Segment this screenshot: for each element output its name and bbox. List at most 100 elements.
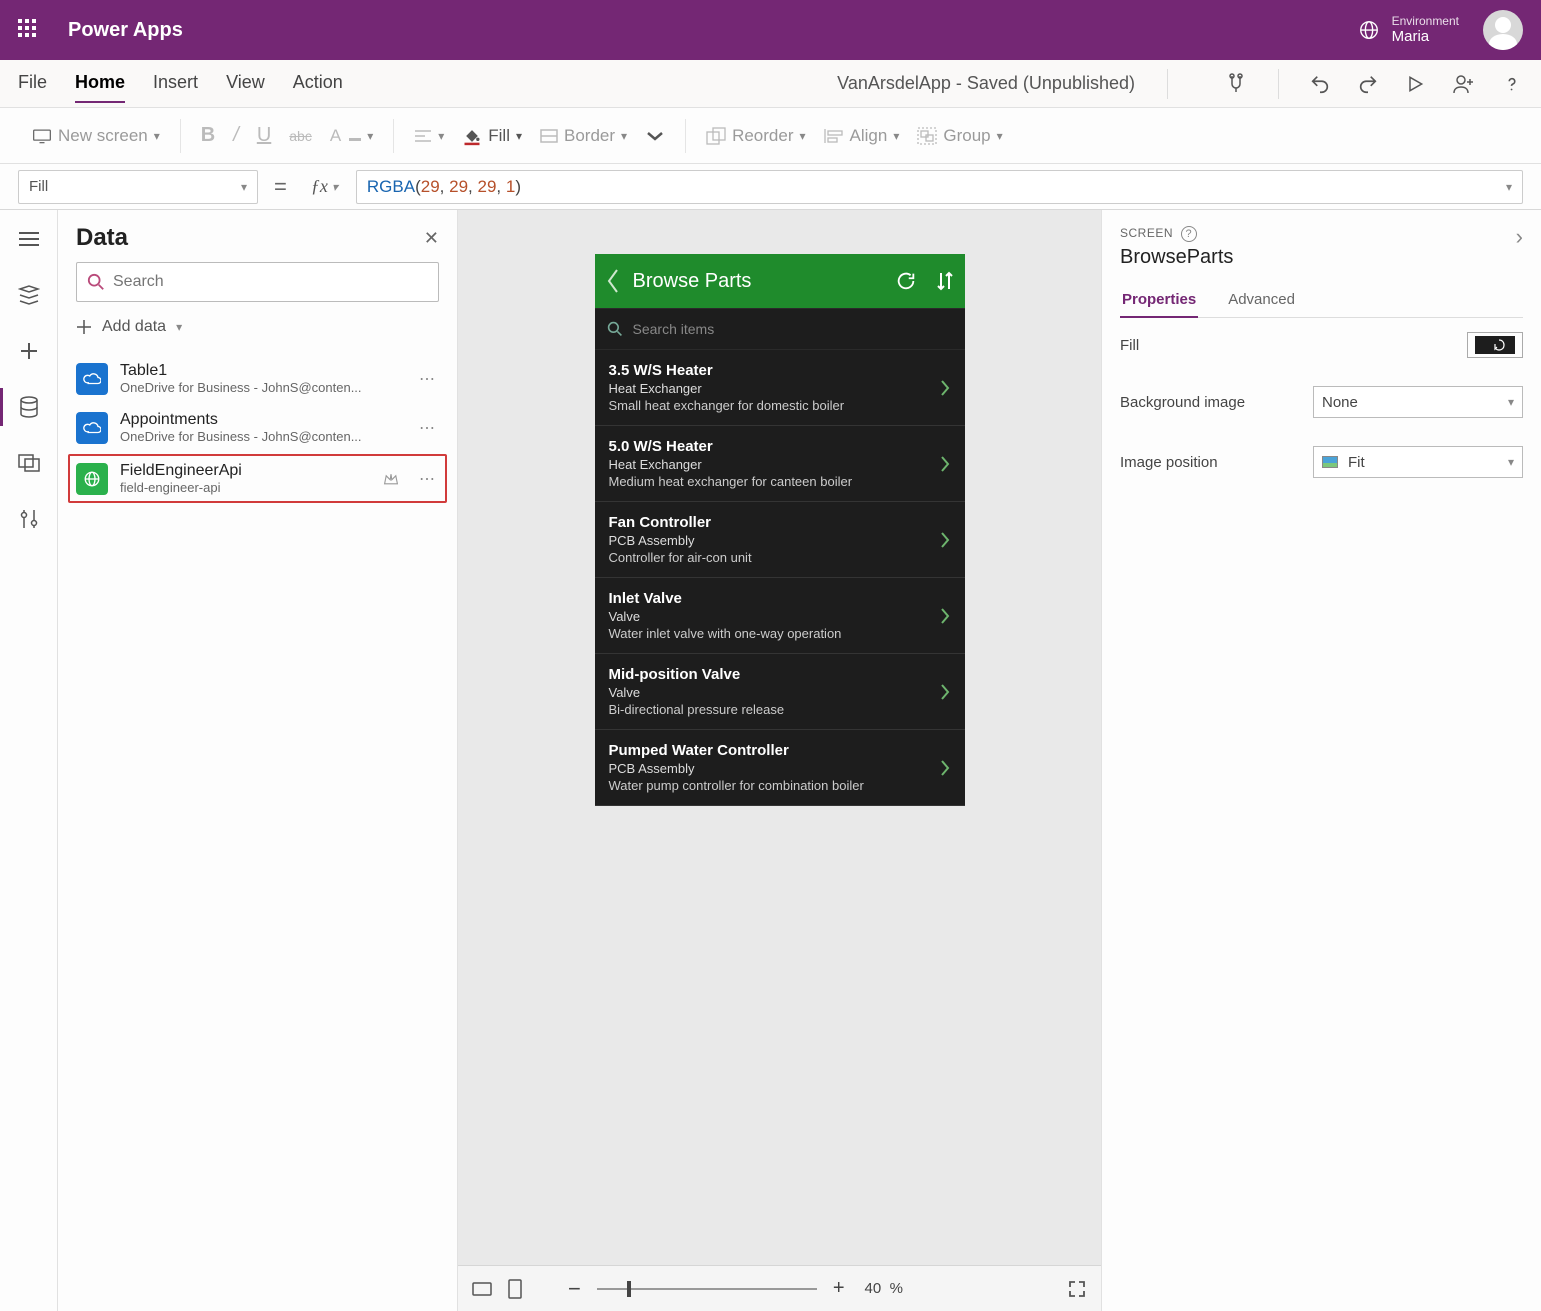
data-search[interactable] xyxy=(76,262,439,302)
chevron-right-icon[interactable] xyxy=(939,454,951,474)
font-color-button[interactable]: A▾ xyxy=(330,126,373,146)
props-tab-advanced[interactable]: Advanced xyxy=(1226,283,1297,317)
environment-name: Maria xyxy=(1392,28,1430,45)
part-item[interactable]: Pumped Water ControllerPCB AssemblyWater… xyxy=(595,730,965,806)
props-section-label: SCREEN ? xyxy=(1120,226,1197,240)
data-search-input[interactable] xyxy=(113,273,428,291)
data-icon[interactable] xyxy=(16,394,42,420)
app-checker-icon[interactable] xyxy=(1224,72,1248,96)
sort-icon[interactable] xyxy=(935,270,955,292)
fit-to-window-icon[interactable] xyxy=(1067,1279,1087,1299)
chevron-right-icon[interactable] xyxy=(939,758,951,778)
ribbon-expand-button[interactable] xyxy=(645,129,665,143)
chevron-right-icon[interactable] xyxy=(939,378,951,398)
new-screen-button[interactable]: New screen ▾ xyxy=(32,126,160,146)
part-item[interactable]: Fan ControllerPCB AssemblyController for… xyxy=(595,502,965,578)
menu-tab-action[interactable]: Action xyxy=(293,64,343,103)
chevron-right-icon[interactable]: › xyxy=(1516,224,1523,250)
redo-icon[interactable] xyxy=(1357,73,1379,95)
imgpos-select[interactable]: Fit ▾ xyxy=(1313,446,1523,478)
picture-icon xyxy=(1322,456,1338,468)
menu-tab-view[interactable]: View xyxy=(226,64,265,103)
props-tab-properties[interactable]: Properties xyxy=(1120,283,1198,318)
border-icon xyxy=(540,129,558,143)
menu-tab-insert[interactable]: Insert xyxy=(153,64,198,103)
part-category: Heat Exchanger xyxy=(609,457,929,472)
datasource-sub: OneDrive for Business - JohnS@conten... xyxy=(120,429,403,444)
more-icon[interactable]: ⋯ xyxy=(415,465,439,493)
underline-button[interactable]: U xyxy=(257,124,271,147)
more-icon[interactable]: ⋯ xyxy=(415,414,439,442)
insert-icon[interactable] xyxy=(16,338,42,364)
part-item[interactable]: Mid-position ValveValveBi-directional pr… xyxy=(595,654,965,730)
menu-tab-file[interactable]: File xyxy=(18,64,47,103)
part-item[interactable]: 5.0 W/S HeaterHeat ExchangerMedium heat … xyxy=(595,426,965,502)
fill-button[interactable]: Fill ▾ xyxy=(462,126,522,146)
menu-tab-home[interactable]: Home xyxy=(75,64,125,103)
align-objects-button[interactable]: Align▾ xyxy=(824,126,900,146)
add-data-button[interactable]: Add data ▾ xyxy=(76,312,439,342)
play-icon[interactable] xyxy=(1405,74,1425,94)
zoom-out-button[interactable]: − xyxy=(568,1276,581,1302)
data-source-item[interactable]: Table1OneDrive for Business - JohnS@cont… xyxy=(58,354,457,403)
environment-picker[interactable]: Environment Maria xyxy=(1358,15,1459,46)
device-landscape-icon[interactable] xyxy=(472,1281,492,1297)
close-icon[interactable]: ✕ xyxy=(424,228,439,249)
bgimage-select[interactable]: None▾ xyxy=(1313,386,1523,418)
device-portrait-icon[interactable] xyxy=(508,1279,522,1299)
preview-title: Browse Parts xyxy=(633,270,877,293)
preview-search[interactable]: Search items xyxy=(595,308,965,350)
share-icon[interactable] xyxy=(1451,72,1475,96)
chevron-right-icon[interactable] xyxy=(939,606,951,626)
fill-swatch[interactable] xyxy=(1467,332,1523,358)
help-icon[interactable] xyxy=(1501,73,1523,95)
border-button[interactable]: Border ▾ xyxy=(540,126,627,146)
formula-expand-icon[interactable]: ▾ xyxy=(1506,180,1512,194)
align-text-button[interactable]: ▾ xyxy=(414,129,444,143)
formula-input[interactable]: RGBA(29, 29, 29, 1) ▾ xyxy=(356,170,1523,204)
zoom-value: 40 xyxy=(865,1280,882,1297)
zoom-in-button[interactable]: + xyxy=(833,1277,845,1300)
more-icon[interactable]: ⋯ xyxy=(415,365,439,393)
property-selector[interactable]: Fill ▾ xyxy=(18,170,258,204)
chevron-right-icon[interactable] xyxy=(939,530,951,550)
part-desc: Water inlet valve with one-way operation xyxy=(609,626,929,641)
part-desc: Water pump controller for combination bo… xyxy=(609,778,929,793)
formula-bar: Fill ▾ = ƒx▾ RGBA(29, 29, 29, 1) ▾ xyxy=(0,164,1541,210)
datasource-name: Appointments xyxy=(120,411,403,429)
app-launcher-icon[interactable] xyxy=(18,19,40,41)
left-rail xyxy=(0,210,58,1311)
data-panel-title: Data xyxy=(76,224,128,252)
data-source-item[interactable]: FieldEngineerApifield-engineer-api⋯ xyxy=(68,454,447,503)
media-icon[interactable] xyxy=(16,450,42,476)
advanced-tools-icon[interactable] xyxy=(16,506,42,532)
help-circle-icon[interactable]: ? xyxy=(1181,226,1197,242)
data-source-item[interactable]: AppointmentsOneDrive for Business - John… xyxy=(58,403,457,452)
zoom-slider[interactable] xyxy=(597,1288,817,1290)
part-name: Mid-position Valve xyxy=(609,666,929,683)
datasource-sub: OneDrive for Business - JohnS@conten... xyxy=(120,380,403,395)
undo-icon[interactable] xyxy=(1309,73,1331,95)
back-icon[interactable] xyxy=(605,267,621,295)
reorder-button[interactable]: Reorder▾ xyxy=(706,126,805,146)
tree-view-icon[interactable] xyxy=(16,282,42,308)
user-avatar[interactable] xyxy=(1483,10,1523,50)
app-title: Power Apps xyxy=(68,19,183,42)
canvas-footer: − + 40 % xyxy=(458,1265,1101,1311)
strikethrough-button[interactable]: abc xyxy=(289,128,312,144)
part-category: Valve xyxy=(609,685,929,700)
chevron-right-icon[interactable] xyxy=(939,682,951,702)
fill-prop-label: Fill xyxy=(1120,337,1139,354)
part-item[interactable]: 3.5 W/S HeaterHeat ExchangerSmall heat e… xyxy=(595,350,965,426)
bold-button[interactable]: B xyxy=(201,124,215,147)
group-button[interactable]: Group▾ xyxy=(917,126,1002,146)
part-item[interactable]: Inlet ValveValveWater inlet valve with o… xyxy=(595,578,965,654)
hamburger-icon[interactable] xyxy=(16,226,42,252)
refresh-icon[interactable] xyxy=(895,270,917,292)
datasource-name: Table1 xyxy=(120,362,403,380)
app-preview[interactable]: Browse Parts Search items 3.5 W/S Heater… xyxy=(595,254,965,806)
props-object-name: BrowseParts xyxy=(1120,246,1233,269)
fx-button[interactable]: ƒx▾ xyxy=(303,176,346,197)
preview-header: Browse Parts xyxy=(595,254,965,308)
italic-button[interactable]: / xyxy=(233,124,239,147)
